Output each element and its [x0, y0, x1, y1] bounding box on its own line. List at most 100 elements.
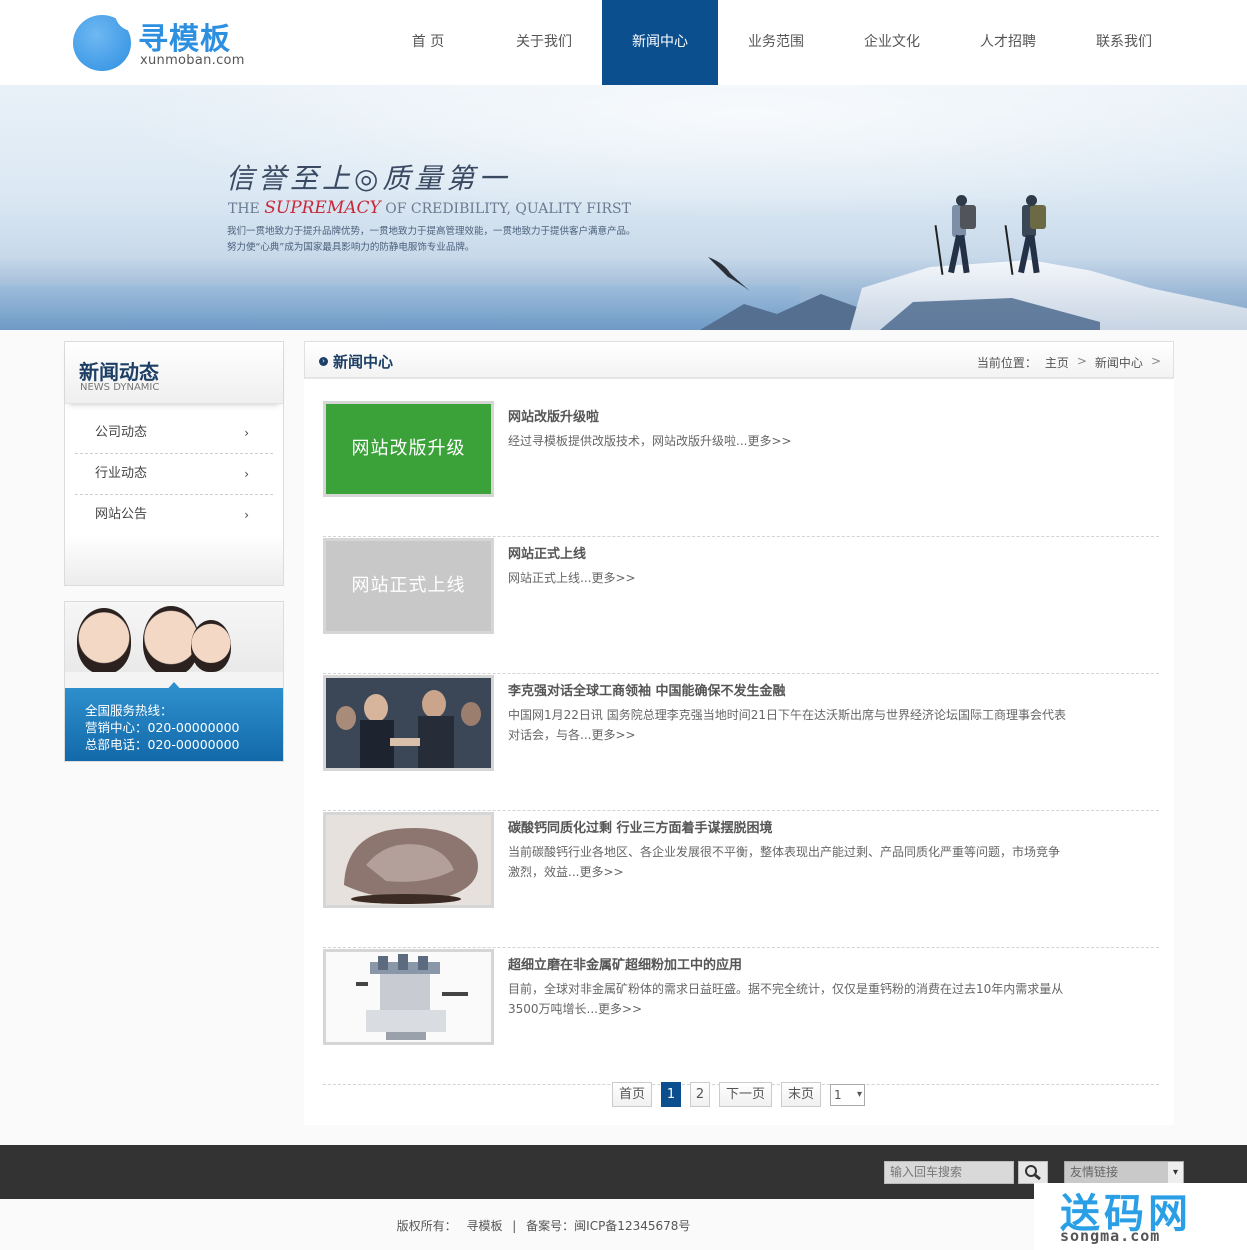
slogan-en-pre: THE	[228, 201, 265, 217]
news-title[interactable]: 网站正式上线	[508, 543, 586, 562]
banner-sea	[0, 285, 800, 330]
chevron-right-icon: ›	[244, 508, 249, 522]
news-summary: 目前，全球对非金属矿粉体的需求日益旺盛。据不完全统计，仅仅是重钙粉的消费在过去1…	[508, 982, 1064, 1016]
slogan-en-highlight: SUPREMACY	[264, 198, 381, 218]
chevron-right-icon: ›	[244, 467, 249, 481]
climber-backpack	[1030, 205, 1046, 229]
contact-info: 全国服务热线： 营销中心：020-00000000 总部电话：020-00000…	[65, 688, 283, 761]
bullet-circle-icon: ›	[319, 357, 328, 366]
news-summary: 经过寻模板提供改版技术，网站改版升级啦...更多>>	[508, 434, 792, 448]
hero-banner: 信誉至上◎质量第一 THE SUPREMACY OF CREDIBILITY, …	[0, 85, 1247, 330]
climber-figure-2	[1004, 195, 1046, 275]
pager-page-2[interactable]: 2	[690, 1082, 711, 1107]
sidebar-footer	[65, 535, 283, 585]
agent-face	[191, 620, 231, 672]
sidebar-item-site-notices[interactable]: 网站公告 ›	[75, 495, 273, 536]
icp-number: 备案号：闽ICP备12345678号	[526, 1219, 691, 1233]
nav-item-home[interactable]: 首 页	[370, 0, 486, 85]
news-thumbnail[interactable]	[323, 675, 494, 771]
sidebar-item-label: 公司动态	[95, 425, 148, 440]
sidebar-item-label: 行业动态	[95, 466, 148, 481]
breadcrumb-current[interactable]: 新闻中心	[1095, 354, 1143, 371]
news-thumbnail[interactable]: 网站改版升级	[323, 401, 494, 497]
news-item: 网站改版升级 网站改版升级啦 经过寻模板提供改版技术，网站改版升级啦...更多>…	[323, 400, 1159, 537]
hq-phone: 总部电话：020-00000000	[85, 737, 240, 752]
main-nav: 首 页 关于我们 新闻中心 业务范围 企业文化 人才招聘 联系我们	[370, 0, 1182, 85]
nav-item-careers[interactable]: 人才招聘	[950, 0, 1066, 85]
news-item: 李克强对话全球工商领袖 中国能确保不发生金融 中国网1月22日讯 国务院总理李克…	[323, 674, 1159, 811]
copyright-label: 版权所有：	[396, 1219, 457, 1233]
hotline-label: 全国服务热线：	[85, 703, 173, 718]
news-title[interactable]: 李克强对话全球工商领袖 中国能确保不发生金融	[508, 680, 786, 699]
copyright-owner: 寻模板	[466, 1219, 503, 1233]
pager-page-select[interactable]: 1	[830, 1084, 866, 1106]
news-summary: 当前碳酸钙行业各地区、各企业发展很不平衡，整体表现出产能过剩、产品同质化严重等问…	[508, 845, 1061, 879]
news-summary: 网站正式上线...更多>>	[508, 571, 636, 585]
news-title[interactable]: 网站改版升级啦	[508, 406, 599, 425]
climber-head	[956, 195, 967, 206]
news-thumbnail[interactable]: 网站正式上线	[323, 538, 494, 634]
search-icon	[1025, 1165, 1041, 1181]
search-input[interactable]: 输入回车搜索	[884, 1161, 1014, 1184]
climber-head	[1026, 195, 1037, 206]
sidebar-subtitle: NEWS DYNAMIC	[80, 382, 160, 393]
sidebar-item-company-news[interactable]: 公司动态 ›	[75, 413, 273, 454]
climber-leg	[1028, 234, 1040, 274]
logo-text: 寻模板	[138, 22, 231, 57]
sidebar-title: 新闻动态	[79, 360, 159, 384]
pager-page-1[interactable]: 1	[661, 1082, 682, 1107]
news-title[interactable]: 超细立磨在非金属矿超细粉加工中的应用	[508, 954, 742, 973]
nav-item-culture[interactable]: 企业文化	[834, 0, 950, 85]
pager-first-button[interactable]: 首页	[612, 1082, 653, 1107]
agent-face	[77, 608, 131, 674]
breadcrumb-home[interactable]: 主页	[1045, 354, 1069, 371]
search-button[interactable]	[1018, 1161, 1048, 1184]
sidebar-item-label: 网站公告	[95, 507, 148, 522]
site-logo[interactable]: 寻模板 xunmoban.com	[64, 0, 324, 85]
chevron-right-icon: ›	[244, 426, 249, 440]
pager-next-button[interactable]: 下一页	[719, 1082, 773, 1107]
climber-figure-1	[934, 195, 976, 275]
news-item: 碳酸钙同质化过剩 行业三方面着手谋摆脱困境 当前碳酸钙行业各地区、各企业发展很不…	[323, 811, 1159, 948]
sales-phone: 营销中心：020-00000000	[85, 720, 240, 735]
watermark: 送码网 songma.com	[1034, 1183, 1247, 1250]
logo-domain: xunmoban.com	[140, 53, 245, 68]
breadcrumb-prefix: 当前位置：	[976, 356, 1037, 370]
pager-last-button[interactable]: 末页	[781, 1082, 822, 1107]
main-content: › 新闻中心 当前位置： 主页 > 新闻中心 > 网站改版升级 网站改版升级啦 …	[304, 341, 1174, 1125]
mineral-photo	[326, 815, 491, 905]
banner-slogan-en: THE SUPREMACY OF CREDIBILITY, QUALITY FI…	[228, 198, 631, 218]
banner-description: 我们一贯地致力于提升品牌优势，一贯地致力于提高管理效能，一贯地致力于提供客户满意…	[227, 224, 636, 256]
breadcrumb: 当前位置： 主页 > 新闻中心 >	[977, 354, 1161, 371]
sidebar-item-industry-news[interactable]: 行业动态 ›	[75, 454, 273, 495]
content-header: › 新闻中心 当前位置： 主页 > 新闻中心 >	[304, 341, 1174, 379]
logo-mark-icon	[73, 13, 133, 71]
meeting-photo	[326, 678, 491, 768]
nav-item-business[interactable]: 业务范围	[718, 0, 834, 85]
sidebar-news-menu: 新闻动态 NEWS DYNAMIC 公司动态 › 行业动态 › 网站公告 ›	[64, 341, 284, 586]
banner-slogan-cn: 信誉至上◎质量第一	[226, 162, 511, 195]
pagination: 首页 1 2 下一页 末页 1	[612, 1082, 866, 1107]
news-item: 网站正式上线 网站正式上线 网站正式上线...更多>>	[323, 537, 1159, 674]
header: 寻模板 xunmoban.com 首 页 关于我们 新闻中心 业务范围 企业文化…	[0, 0, 1247, 85]
slogan-en-post: OF CREDIBILITY, QUALITY FIRST	[380, 201, 631, 217]
nav-item-contact[interactable]: 联系我们	[1066, 0, 1182, 85]
mill-machine-photo	[326, 952, 491, 1042]
customer-service-photo	[65, 602, 283, 692]
news-title[interactable]: 碳酸钙同质化过剩 行业三方面着手谋摆脱困境	[508, 817, 773, 836]
news-thumbnail[interactable]	[323, 949, 494, 1045]
nav-item-about[interactable]: 关于我们	[486, 0, 602, 85]
banner-desc-line1: 我们一贯地致力于提升品牌优势，一贯地致力于提高管理效能，一贯地致力于提供客户满意…	[227, 226, 636, 237]
copyright-divider: |	[512, 1219, 517, 1233]
banner-desc-line2: 努力使“心典”成为国家最具影响力的防静电服饰专业品牌。	[227, 242, 475, 253]
watermark-domain: songma.com	[1060, 1227, 1161, 1245]
climber-leg	[958, 234, 970, 274]
climber-backpack	[960, 205, 976, 229]
news-thumbnail[interactable]	[323, 812, 494, 908]
nav-item-news[interactable]: 新闻中心	[602, 0, 718, 85]
news-list: 网站改版升级 网站改版升级啦 经过寻模板提供改版技术，网站改版升级啦...更多>…	[323, 400, 1159, 1085]
contact-card: 全国服务热线： 营销中心：020-00000000 总部电话：020-00000…	[64, 601, 284, 762]
news-item: 超细立磨在非金属矿超细粉加工中的应用 目前，全球对非金属矿粉体的需求日益旺盛。据…	[323, 948, 1159, 1085]
breadcrumb-separator: >	[1076, 354, 1087, 368]
page-title: 新闻中心	[333, 353, 394, 371]
